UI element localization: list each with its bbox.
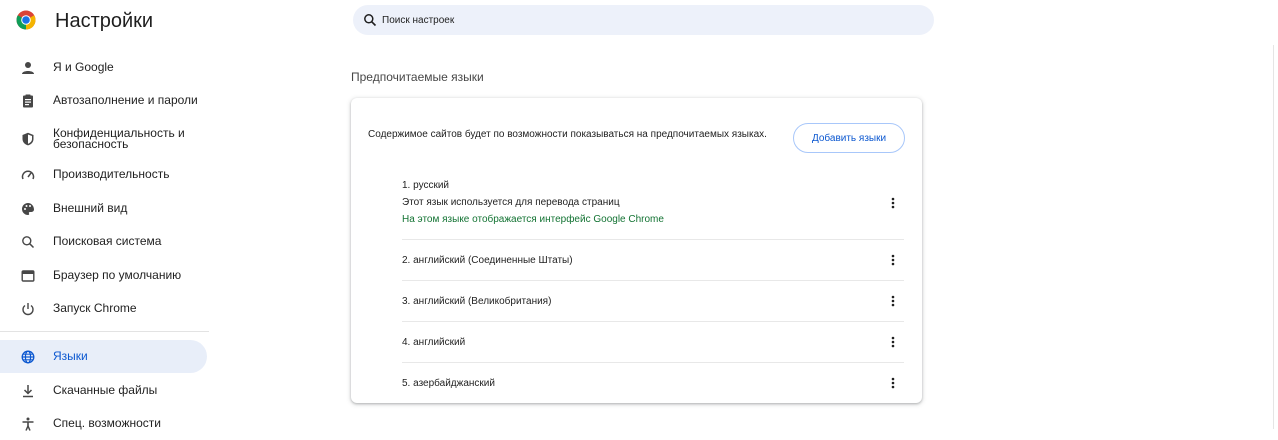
shield-icon: [20, 131, 36, 147]
sidebar-item-downloads[interactable]: Скачанные файлы: [0, 374, 207, 407]
language-name: 1. русский: [402, 180, 450, 191]
sidebar-item-label: Внешний вид: [53, 201, 128, 215]
language-row: 2. английский (Соединенные Штаты): [402, 248, 904, 274]
sidebar-item-label: Скачанные файлы: [53, 383, 158, 397]
sidebar-item-default-browser[interactable]: Браузер по умолчанию: [0, 259, 207, 292]
sidebar-item-label: Я и Google: [53, 60, 114, 74]
sidebar-item-label: Автозаполнение и пароли: [53, 93, 198, 107]
sidebar-item-you-and-google[interactable]: Я и Google: [0, 51, 207, 84]
sidebar-item-label: Поисковая система: [53, 234, 162, 248]
browser-window-icon: [20, 268, 36, 284]
sidebar-item-label: Производительность: [53, 167, 170, 181]
search-input[interactable]: [382, 14, 882, 26]
language-name: 3. английский (Великобритания): [402, 296, 552, 307]
language-row: 3. английский (Великобритания): [402, 289, 904, 315]
sidebar-item-appearance[interactable]: Внешний вид: [0, 192, 207, 225]
sidebar-item-privacy[interactable]: Конфиденциальность и безопасность: [0, 121, 207, 157]
row-divider: [402, 280, 904, 281]
language-name: 2. английский (Соединенные Штаты): [402, 255, 573, 266]
language-row: 4. английский: [402, 330, 904, 356]
clipboard-icon: [20, 93, 36, 109]
preferred-languages-card: Содержимое сайтов будет по возможности п…: [351, 98, 922, 403]
sidebar-item-label: Спец. возможности: [53, 416, 161, 430]
accessibility-icon: [20, 416, 36, 432]
sidebar-item-performance[interactable]: Производительность: [0, 158, 207, 191]
card-description: Содержимое сайтов будет по возможности п…: [368, 129, 767, 140]
language-translate-note: Этот язык используется для перевода стра…: [402, 197, 620, 208]
row-divider: [402, 362, 904, 363]
sidebar-item-label: Конфиденциальность и безопасность: [53, 126, 185, 151]
language-row: 1. русский Этот язык используется для пе…: [402, 180, 904, 240]
more-vert-icon[interactable]: [885, 375, 901, 391]
sidebar-item-accessibility[interactable]: Спец. возможности: [0, 407, 207, 440]
palette-icon: [20, 201, 36, 217]
page-title: Настройки: [55, 10, 154, 32]
power-icon: [20, 301, 36, 317]
search-bar[interactable]: [353, 5, 934, 35]
row-divider: [402, 239, 904, 240]
sidebar-item-autofill[interactable]: Автозаполнение и пароли: [0, 84, 207, 117]
sidebar-item-on-startup[interactable]: Запуск Chrome: [0, 292, 207, 325]
scrollbar[interactable]: [1273, 45, 1278, 429]
search-icon: [20, 234, 36, 250]
search-icon: [364, 14, 377, 27]
add-languages-button[interactable]: Добавить языки: [793, 123, 905, 153]
more-vert-icon[interactable]: [885, 293, 901, 309]
sidebar-item-languages[interactable]: Языки: [0, 340, 207, 373]
speedometer-icon: [20, 167, 36, 183]
language-row: 5. азербайджанский: [402, 371, 904, 397]
section-title: Предпочитаемые языки: [351, 70, 484, 84]
more-vert-icon[interactable]: [885, 334, 901, 350]
sidebar-item-search-engine[interactable]: Поисковая система: [0, 225, 207, 258]
row-divider: [402, 321, 904, 322]
person-icon: [20, 60, 36, 76]
sidebar-item-label: Запуск Chrome: [53, 301, 137, 315]
sidebar-item-label: Языки: [53, 349, 88, 363]
language-name: 5. азербайджанский: [402, 378, 495, 389]
language-ui-note: На этом языке отображается интерфейс Goo…: [402, 214, 664, 225]
more-vert-icon[interactable]: [885, 252, 901, 268]
language-name: 4. английский: [402, 337, 466, 348]
sidebar-item-label: Браузер по умолчанию: [53, 268, 182, 282]
globe-icon: [20, 349, 36, 365]
download-icon: [20, 383, 36, 399]
chrome-logo-icon: [16, 10, 36, 30]
sidebar-divider: [0, 331, 209, 332]
more-vert-icon[interactable]: [885, 195, 901, 211]
